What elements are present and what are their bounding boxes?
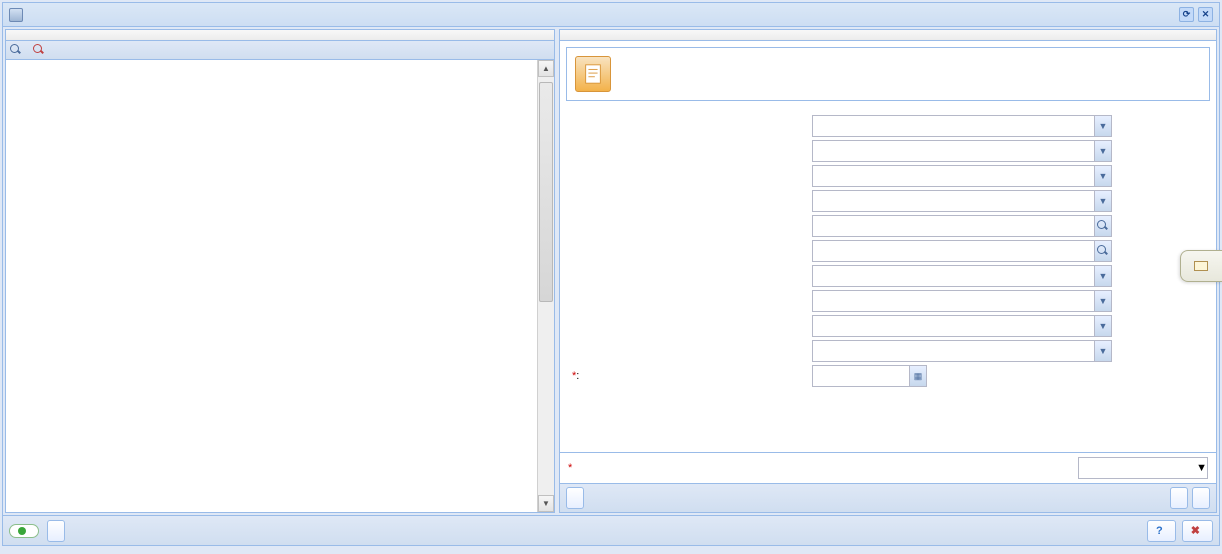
calendar-icon[interactable]: ▦ bbox=[909, 366, 926, 386]
search-trigger-icon[interactable] bbox=[1094, 216, 1111, 236]
notification-tab[interactable] bbox=[1180, 250, 1222, 282]
scrollbar[interactable]: ▲ ▼ bbox=[537, 60, 554, 512]
reset-search-icon bbox=[33, 44, 45, 56]
chevron-down-icon[interactable]: ▼ bbox=[1094, 141, 1111, 161]
status-dot-icon bbox=[18, 527, 26, 535]
format-combo[interactable]: ▼ bbox=[1078, 457, 1208, 479]
report-header bbox=[560, 30, 1216, 41]
search-button[interactable] bbox=[10, 44, 25, 56]
window: ⟳ ✕ ▲ ▼ bbox=[2, 2, 1220, 546]
report-help-button[interactable] bbox=[1170, 487, 1188, 509]
fin-combo[interactable]: ▼ bbox=[812, 165, 1112, 187]
form-report-button[interactable] bbox=[1192, 487, 1210, 509]
atx-combo[interactable]: ▼ bbox=[812, 265, 1112, 287]
refresh-icon[interactable]: ⟳ bbox=[1179, 7, 1194, 22]
close-icon[interactable]: ✕ bbox=[1198, 7, 1213, 22]
report-panel: ▼ ▼ ▼ ▼ bbox=[559, 29, 1217, 513]
hint-bar: * ▼ bbox=[560, 452, 1216, 483]
diag-to-input[interactable] bbox=[812, 240, 1112, 262]
chevron-down-icon[interactable]: ▼ bbox=[1094, 191, 1111, 211]
date-label: *: bbox=[572, 370, 812, 382]
tree-container: ▲ ▼ bbox=[6, 60, 554, 512]
reset-search-button[interactable] bbox=[33, 44, 48, 56]
scroll-up-icon[interactable]: ▲ bbox=[538, 60, 554, 77]
chevron-down-icon[interactable]: ▼ bbox=[1196, 462, 1207, 474]
chevron-down-icon[interactable]: ▼ bbox=[1094, 116, 1111, 136]
chevron-down-icon[interactable]: ▼ bbox=[1094, 266, 1111, 286]
window-header: ⟳ ✕ bbox=[3, 3, 1219, 27]
catalog-panel: ▲ ▼ bbox=[5, 29, 555, 513]
scroll-down-icon[interactable]: ▼ bbox=[538, 495, 554, 512]
report-buttons bbox=[560, 483, 1216, 512]
status-badge bbox=[9, 524, 39, 538]
pku-combo[interactable]: ▼ bbox=[812, 315, 1112, 337]
diag-from-field[interactable] bbox=[813, 220, 1094, 232]
chevron-down-icon[interactable]: ▼ bbox=[1094, 166, 1111, 186]
catalog-title bbox=[6, 30, 554, 41]
report-banner bbox=[566, 47, 1210, 101]
include-button[interactable] bbox=[566, 487, 584, 509]
rashod-combo[interactable]: ▼ bbox=[812, 190, 1112, 212]
close-icon: ✖ bbox=[1191, 524, 1200, 537]
org-combo[interactable]: ▼ bbox=[812, 115, 1112, 137]
chevron-down-icon[interactable]: ▼ bbox=[1094, 341, 1111, 361]
help-icon: ? bbox=[1156, 525, 1163, 537]
report-form: ▼ ▼ ▼ ▼ bbox=[560, 107, 1216, 398]
sklad-combo[interactable]: ▼ bbox=[812, 140, 1112, 162]
report-icon bbox=[575, 56, 611, 92]
status-bar: ? ✖ bbox=[3, 515, 1219, 545]
search-trigger-icon[interactable] bbox=[1094, 241, 1111, 261]
queue-button[interactable] bbox=[47, 520, 65, 542]
months-combo[interactable]: ▼ bbox=[812, 340, 1112, 362]
catalog-toolbar bbox=[6, 41, 554, 60]
diag-to-field[interactable] bbox=[813, 245, 1094, 257]
reports-icon bbox=[9, 8, 23, 22]
pharm-combo[interactable]: ▼ bbox=[812, 290, 1112, 312]
search-icon bbox=[10, 44, 22, 56]
envelope-icon bbox=[1194, 261, 1208, 271]
chevron-down-icon[interactable]: ▼ bbox=[1094, 316, 1111, 336]
date-input[interactable]: ▦ bbox=[812, 365, 927, 387]
close-button[interactable]: ✖ bbox=[1182, 520, 1213, 542]
chevron-down-icon[interactable]: ▼ bbox=[1094, 291, 1111, 311]
scroll-thumb[interactable] bbox=[539, 82, 553, 302]
diag-from-input[interactable] bbox=[812, 215, 1112, 237]
help-button[interactable]: ? bbox=[1147, 520, 1176, 542]
